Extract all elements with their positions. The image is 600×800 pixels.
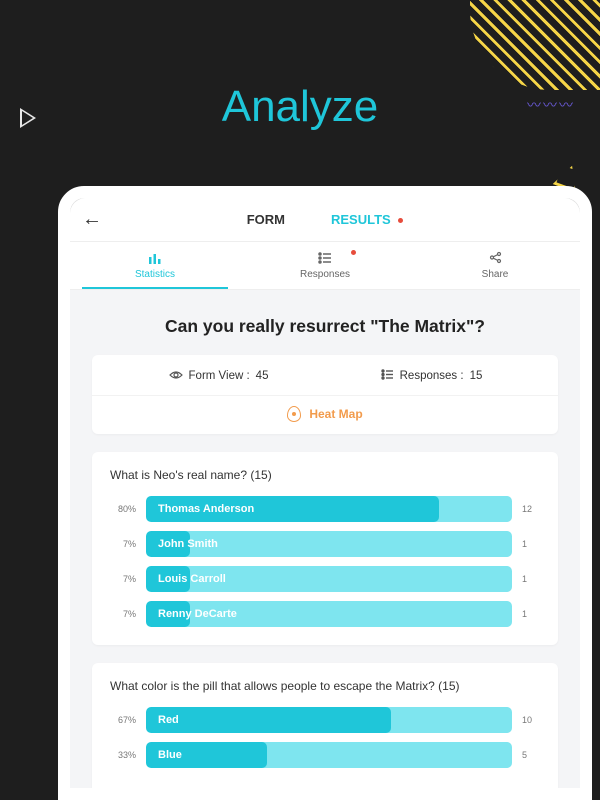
arrow-left-icon: ← xyxy=(82,208,102,231)
back-button[interactable]: ← xyxy=(70,208,114,231)
stat-value: 15 xyxy=(470,370,483,382)
question-card: What is Neo's real name? (15) 80% Thomas… xyxy=(92,452,558,645)
notification-dot-icon xyxy=(398,218,403,223)
answer-bar[interactable]: Louis Carroll xyxy=(146,566,512,592)
tab-label: RESULTS xyxy=(331,212,391,227)
form-title: Can you really resurrect "The Matrix"? xyxy=(92,290,558,355)
answer-label: Louis Carroll xyxy=(158,573,226,585)
answer-label: Thomas Anderson xyxy=(158,503,254,515)
answer-bar[interactable]: John Smith xyxy=(146,531,512,557)
subtab-label: Responses xyxy=(300,269,350,280)
bar-chart-icon xyxy=(148,252,162,266)
answer-row: 7% Renny DeCarte 1 xyxy=(110,601,540,627)
answer-bar[interactable]: Blue xyxy=(146,742,512,768)
heat-map-label: Heat Map xyxy=(309,407,362,421)
stat-label: Form View : xyxy=(189,370,250,382)
answer-count: 5 xyxy=(522,750,540,760)
share-icon xyxy=(489,251,502,266)
answer-label: Red xyxy=(158,714,179,726)
answer-bar[interactable]: Red xyxy=(146,707,512,733)
answer-bar[interactable]: Thomas Anderson xyxy=(146,496,512,522)
tab-form[interactable]: FORM xyxy=(239,200,293,239)
app-screen: ← FORM RESULTS Statistics Responses xyxy=(70,198,580,788)
stat-responses: Responses : 15 xyxy=(325,369,538,383)
content-area: Can you really resurrect "The Matrix"? F… xyxy=(70,290,580,788)
tab-label: FORM xyxy=(247,212,285,227)
list-icon xyxy=(381,369,394,383)
subtab-label: Statistics xyxy=(135,269,175,280)
answer-row: 33% Blue 5 xyxy=(110,742,540,768)
answer-count: 1 xyxy=(522,539,540,549)
answer-row: 67% Red 10 xyxy=(110,707,540,733)
answer-count: 10 xyxy=(522,715,540,725)
stat-form-view: Form View : 45 xyxy=(112,369,325,383)
answer-row: 7% Louis Carroll 1 xyxy=(110,566,540,592)
answer-label: John Smith xyxy=(158,538,218,550)
eye-icon xyxy=(169,369,183,383)
location-pin-icon xyxy=(287,406,301,422)
answer-percent: 33% xyxy=(110,750,136,760)
stats-row: Form View : 45 Responses : 15 xyxy=(92,365,558,395)
question-title: What color is the pill that allows peopl… xyxy=(110,679,540,693)
tablet-frame: ← FORM RESULTS Statistics Responses xyxy=(58,186,592,800)
subtab-label: Share xyxy=(482,269,509,280)
stat-label: Responses : xyxy=(400,370,464,382)
tab-results[interactable]: RESULTS xyxy=(323,200,411,239)
answer-percent: 7% xyxy=(110,609,136,619)
subtab-share[interactable]: Share xyxy=(410,242,580,289)
subtab-responses[interactable]: Responses xyxy=(240,242,410,289)
decorative-wave: 〰〰〰 xyxy=(527,95,575,115)
stat-value: 45 xyxy=(256,370,269,382)
answer-count: 1 xyxy=(522,574,540,584)
answer-percent: 80% xyxy=(110,504,136,514)
sub-tabs: Statistics Responses Share xyxy=(70,242,580,290)
answer-bar[interactable]: Renny DeCarte xyxy=(146,601,512,627)
question-card: What color is the pill that allows peopl… xyxy=(92,663,558,788)
answer-row: 80% Thomas Anderson 12 xyxy=(110,496,540,522)
play-outline-icon xyxy=(16,110,44,130)
answer-count: 1 xyxy=(522,609,540,619)
notification-dot-icon xyxy=(351,250,356,255)
answer-percent: 7% xyxy=(110,539,136,549)
answer-row: 7% John Smith 1 xyxy=(110,531,540,557)
answer-bar-fill xyxy=(146,707,391,733)
answer-count: 12 xyxy=(522,504,540,514)
heat-map-button[interactable]: Heat Map xyxy=(92,395,558,434)
top-nav: ← FORM RESULTS xyxy=(70,198,580,242)
top-nav-tabs: FORM RESULTS xyxy=(114,200,536,239)
answer-label: Blue xyxy=(158,749,182,761)
list-icon xyxy=(318,252,332,266)
stats-card: Form View : 45 Responses : 15 Heat Map xyxy=(92,355,558,434)
answer-percent: 7% xyxy=(110,574,136,584)
question-title: What is Neo's real name? (15) xyxy=(110,468,540,482)
subtab-statistics[interactable]: Statistics xyxy=(70,242,240,289)
answer-label: Renny DeCarte xyxy=(158,608,237,620)
answer-percent: 67% xyxy=(110,715,136,725)
